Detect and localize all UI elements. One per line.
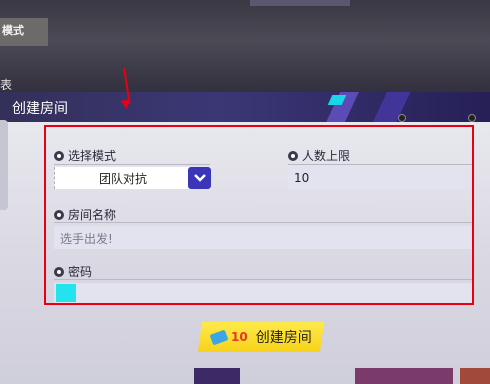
ticket-icon — [209, 329, 229, 345]
bottom-decoration — [355, 368, 453, 384]
background-left-text: 表 — [0, 78, 13, 92]
create-room-label: 创建房间 — [255, 330, 312, 346]
left-side-tab[interactable] — [0, 120, 8, 210]
header-decoration — [270, 92, 490, 122]
dialog-header: 创建房间 — [0, 92, 490, 122]
header-dot-icon — [398, 114, 406, 122]
create-room-button[interactable]: 10 创建房间 — [197, 322, 325, 352]
bottom-decoration — [460, 368, 490, 384]
header-dot-icon — [468, 114, 476, 122]
top-bar — [250, 0, 350, 6]
annotation-arrowhead — [120, 99, 132, 110]
game-background: 模式 表 — [0, 0, 490, 100]
annotation-highlight-box — [44, 125, 474, 305]
bottom-decoration — [194, 368, 240, 384]
dialog-title: 创建房间 — [12, 101, 68, 117]
create-room-button-content: 10 创建房间 — [209, 327, 312, 347]
background-mode-text: 模式 — [2, 24, 24, 37]
background-mode-tab: 模式 — [0, 18, 48, 46]
create-cost: 10 — [230, 330, 248, 344]
